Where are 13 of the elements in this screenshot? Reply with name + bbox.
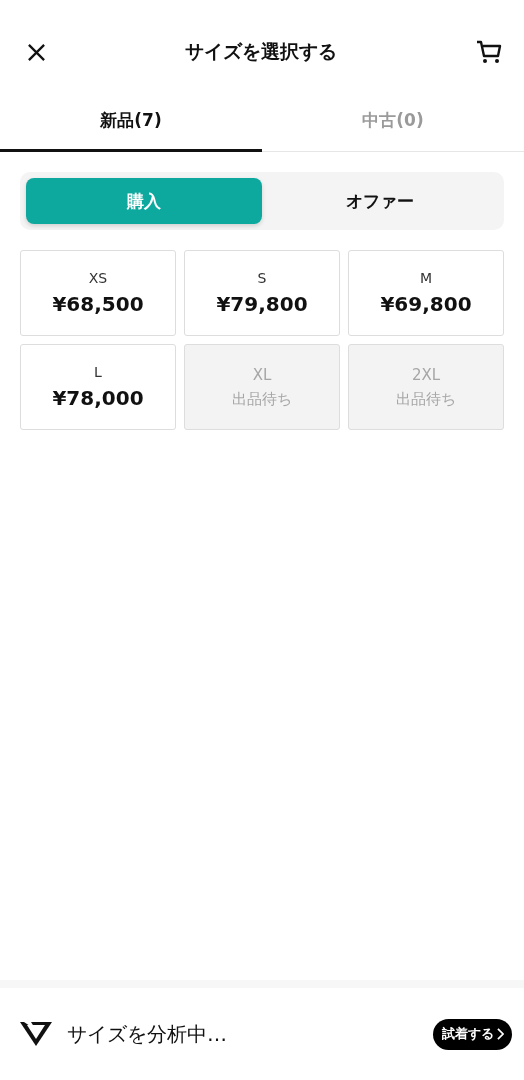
size-option[interactable]: XS ¥68,500: [20, 250, 176, 336]
size-option[interactable]: S ¥79,800: [184, 250, 340, 336]
cart-icon[interactable]: [476, 40, 502, 64]
status-message: サイズを分析中…: [67, 1020, 228, 1048]
chevron-icon: [497, 1028, 504, 1040]
logo-icon: [19, 1021, 53, 1047]
close-icon[interactable]: [27, 42, 46, 62]
mode-button[interactable]: オファー: [262, 178, 498, 224]
page-title: サイズを選択する: [185, 39, 337, 64]
size-option[interactable]: M ¥69,800: [348, 250, 504, 336]
try-on-button[interactable]: 試着する: [433, 1018, 512, 1050]
size-option[interactable]: L ¥78,000: [20, 344, 176, 430]
tab[interactable]: 新品(7): [0, 104, 262, 152]
